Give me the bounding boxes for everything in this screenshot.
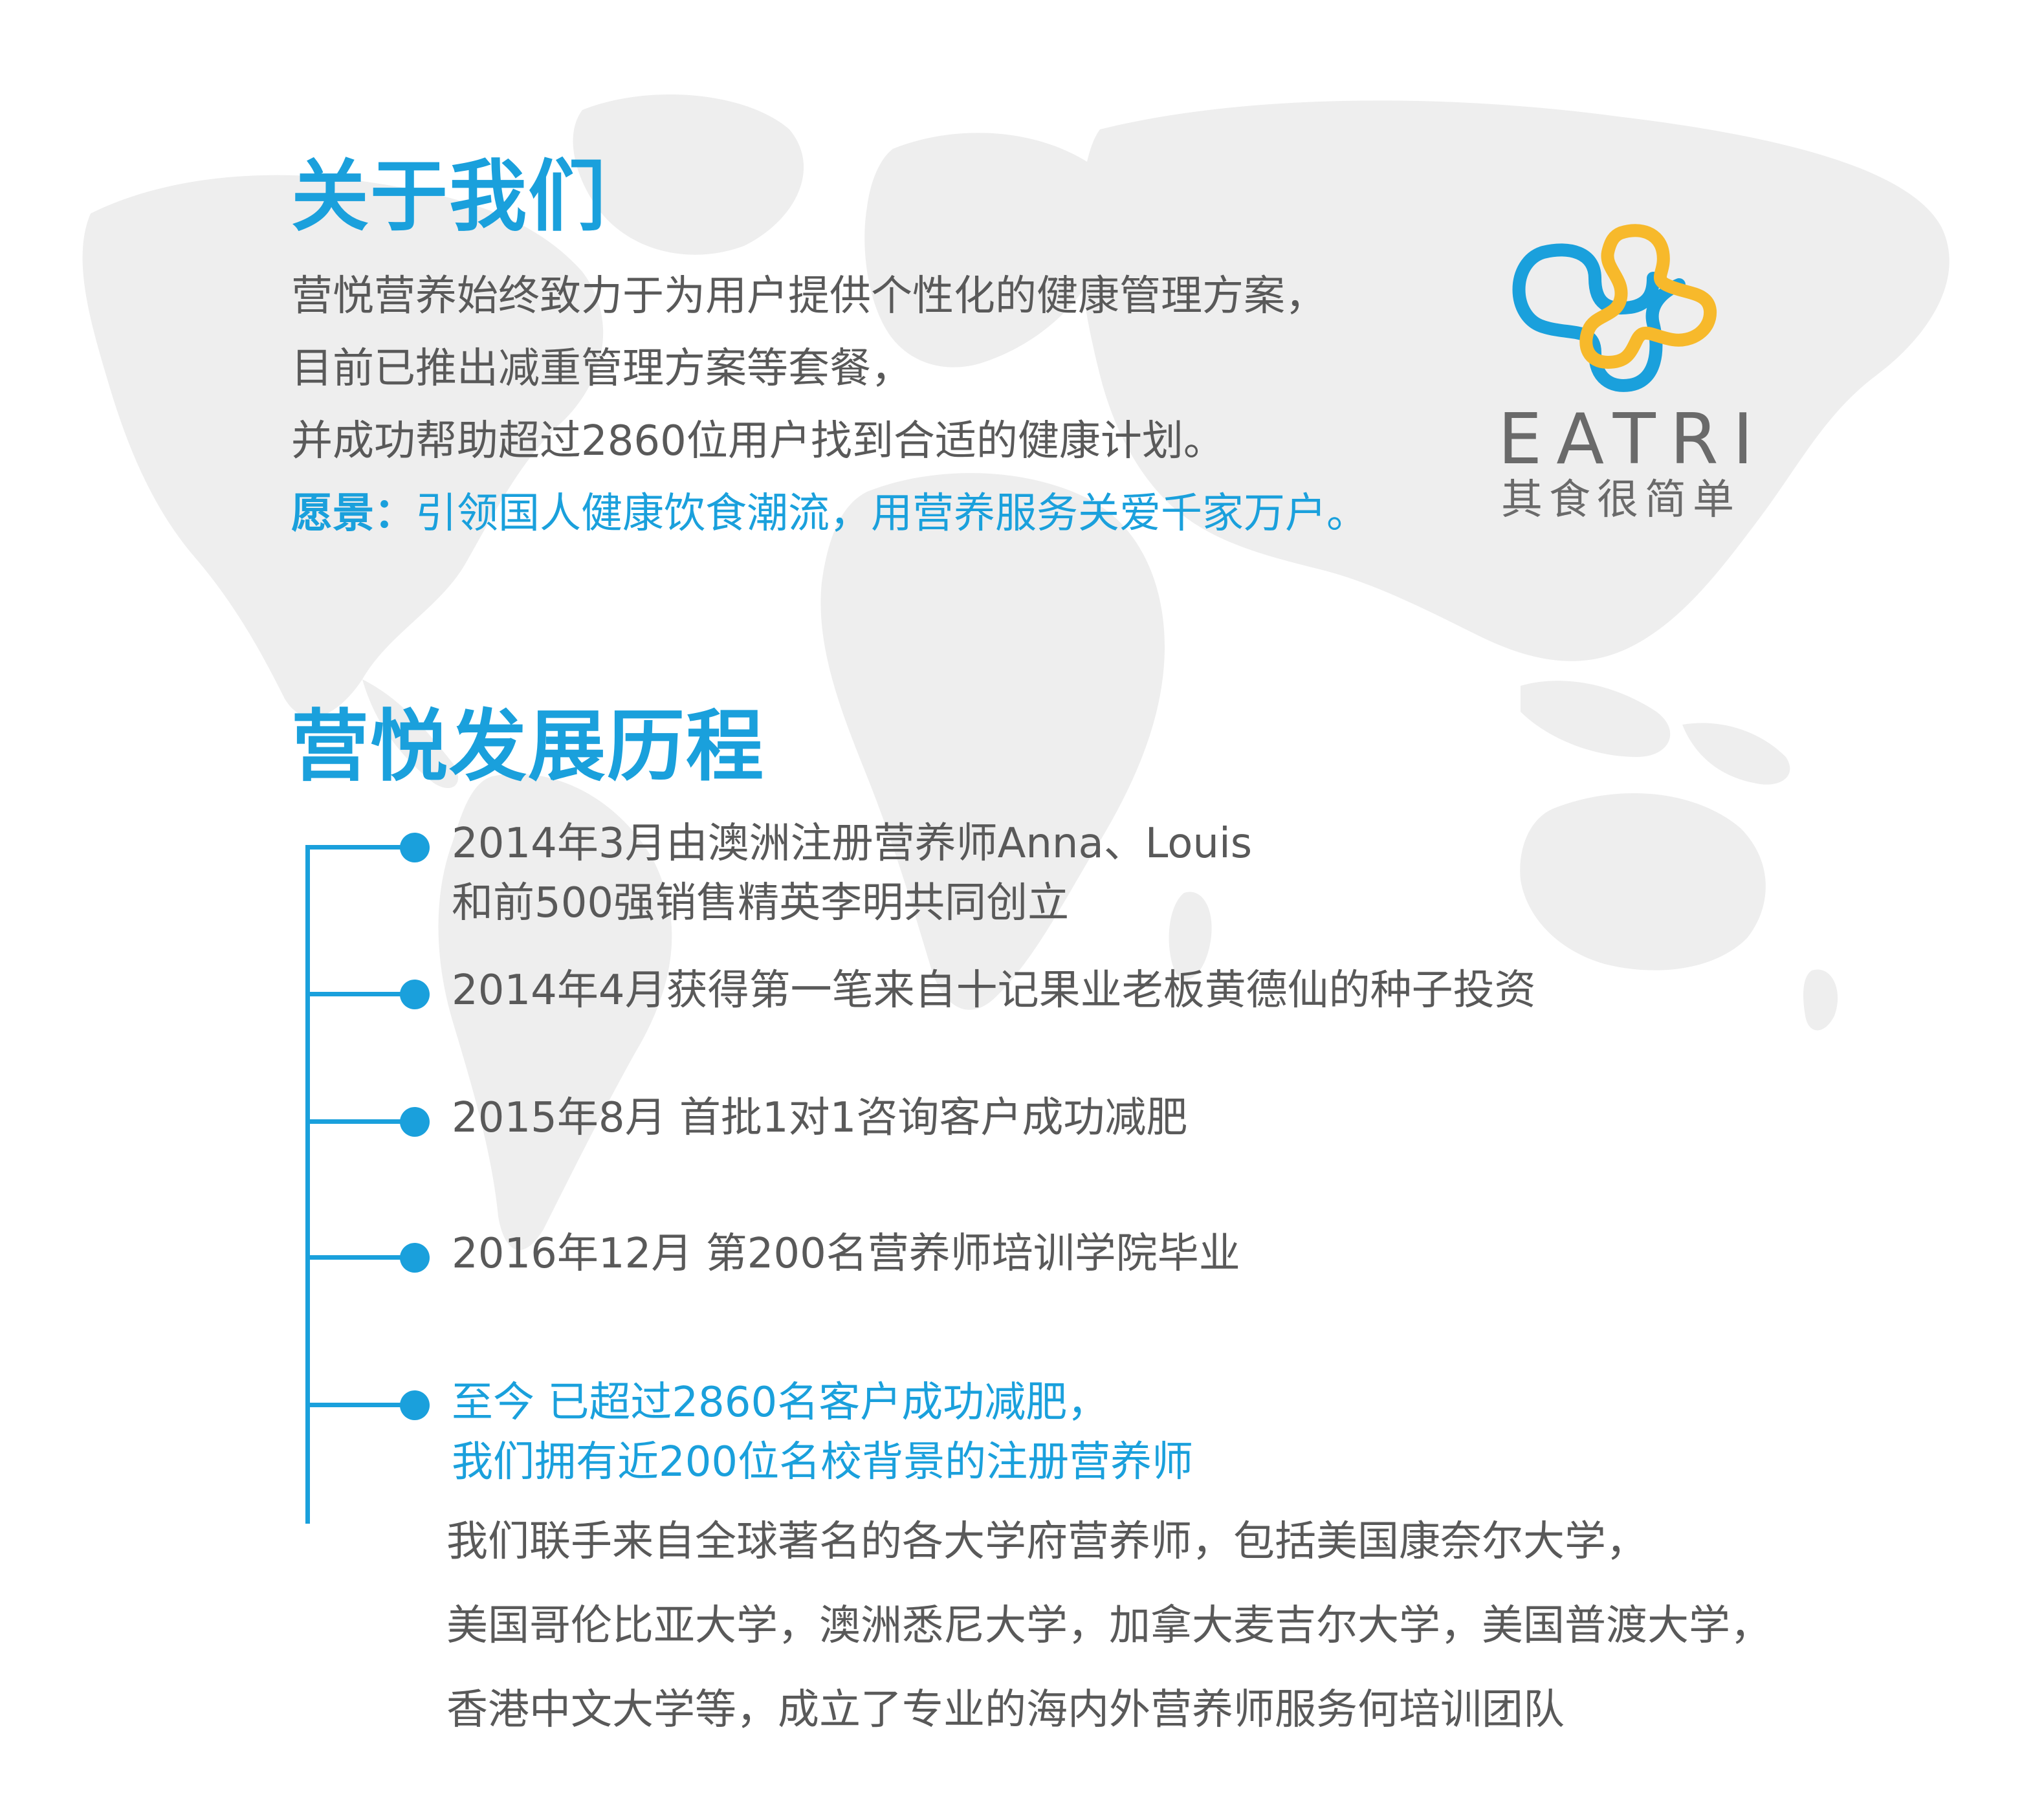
timeline-item-line: 和前500强销售精英李明共同创立 bbox=[452, 879, 1070, 927]
timeline-dot bbox=[400, 833, 430, 862]
about-line: 并成功帮助超过2860位用户找到合适的健康计划。 bbox=[291, 417, 1225, 465]
logo-name: EATRI bbox=[1498, 399, 1768, 480]
timeline-line bbox=[305, 848, 310, 1524]
partners-line: 我们联手来自全球著名的各大学府营养师，包括美国康奈尔大学， bbox=[446, 1518, 1647, 1566]
about-description: 营悦营养始终致力于为用户提供个性化的健康管理方案， 目前已推出减重管理方案等套餐… bbox=[291, 272, 1368, 538]
logo-mark-icon bbox=[1512, 224, 1717, 392]
timeline-item-line: 2014年4月获得第一笔来自十记果业老板黄德仙的种子投资 bbox=[452, 967, 1536, 1014]
about-line: 目前已推出减重管理方案等套餐， bbox=[291, 345, 912, 393]
timeline-item-line: 至今 已超过2860名客户成功减肥， bbox=[452, 1379, 1109, 1427]
timeline-dot bbox=[400, 1107, 430, 1137]
history-title: 营悦发展历程 bbox=[291, 702, 765, 792]
timeline-item: 2016年12月 第200名营养师培训学院毕业 bbox=[452, 1224, 1240, 1284]
about-line: 营悦营养始终致力于为用户提供个性化的健康管理方案， bbox=[291, 272, 1326, 320]
eatri-logo: EATRI 其食很简单 bbox=[1498, 214, 1768, 524]
timeline-item-line: 我们拥有近200位名校背景的注册营养师 bbox=[452, 1438, 1194, 1486]
timeline-dot bbox=[400, 1243, 430, 1273]
timeline-item: 2014年4月获得第一笔来自十记果业老板黄德仙的种子投资 bbox=[452, 961, 1536, 1020]
vision-label: 愿景： bbox=[291, 490, 415, 538]
timeline-item-current: 至今 已超过2860名客户成功减肥， 我们拥有近200位名校背景的注册营养师 bbox=[452, 1373, 1193, 1492]
timeline-item-line: 2015年8月 首批1对1咨询客户成功减肥 bbox=[452, 1094, 1188, 1142]
partners-paragraph: 我们联手来自全球著名的各大学府营养师，包括美国康奈尔大学， 美国哥伦比亚大学，澳… bbox=[446, 1517, 1772, 1770]
timeline-branch bbox=[305, 992, 414, 996]
timeline-branch bbox=[305, 1403, 414, 1407]
timeline-branch bbox=[305, 845, 414, 850]
timeline-branch bbox=[305, 1119, 414, 1124]
logo-tagline: 其食很简单 bbox=[1501, 476, 1741, 524]
partners-line: 美国哥伦比亚大学，澳洲悉尼大学，加拿大麦吉尔大学，美国普渡大学， bbox=[446, 1602, 1772, 1650]
about-title: 关于我们 bbox=[291, 152, 607, 242]
timeline-branch bbox=[305, 1255, 414, 1260]
vision-text: 引领国人健康饮食潮流，用营养服务关爱千家万户。 bbox=[415, 490, 1368, 538]
timeline-dot bbox=[400, 980, 430, 1009]
timeline-item: 2014年3月由澳洲注册营养师Anna、Louis 和前500强销售精英李明共同… bbox=[452, 814, 1252, 933]
timeline-dot bbox=[400, 1390, 430, 1420]
vision-statement: 愿景：引领国人健康饮食潮流，用营养服务关爱千家万户。 bbox=[291, 489, 1368, 538]
timeline-item: 2015年8月 首批1对1咨询客户成功减肥 bbox=[452, 1088, 1187, 1148]
partners-line: 香港中文大学等，成立了专业的海内外营养师服务何培训团队 bbox=[446, 1686, 1565, 1734]
timeline-item-line: 2014年3月由澳洲注册营养师Anna、Louis bbox=[452, 820, 1253, 868]
timeline-item-line: 2016年12月 第200名营养师培训学院毕业 bbox=[452, 1230, 1240, 1278]
